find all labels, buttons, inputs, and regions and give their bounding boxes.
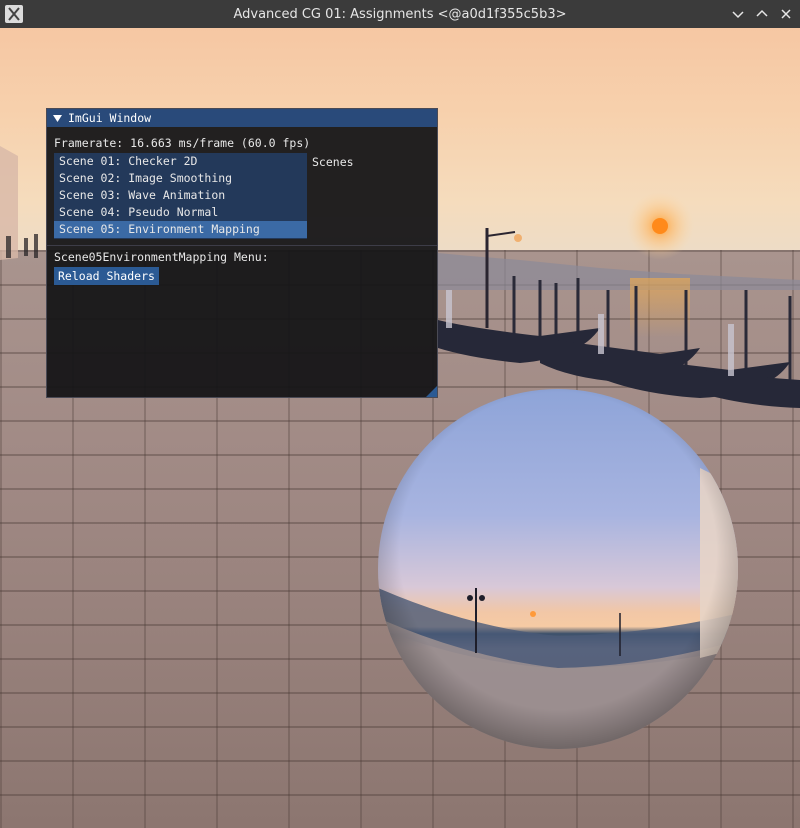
scene-item-05[interactable]: Scene 05: Environment Mapping	[54, 221, 307, 238]
scenes-listbox[interactable]: Scene 01: Checker 2D Scene 02: Image Smo…	[54, 153, 307, 239]
minimize-icon	[732, 11, 744, 19]
resize-grip-icon[interactable]	[426, 386, 437, 397]
imgui-titlebar[interactable]: ImGui Window	[47, 109, 437, 127]
framerate-text: Framerate: 16.663 ms/frame (60.0 fps)	[54, 136, 311, 150]
scene-item-03[interactable]: Scene 03: Wave Animation	[54, 187, 307, 204]
imgui-window[interactable]: ImGui Window Framerate: 16.663 ms/frame …	[46, 108, 438, 398]
maximize-button[interactable]	[752, 4, 772, 24]
x-app-icon	[5, 5, 23, 23]
reload-shaders-button[interactable]: Reload Shaders	[54, 267, 159, 285]
scene-menu-label: Scene05EnvironmentMapping Menu:	[54, 250, 269, 264]
window-titlebar[interactable]: Advanced CG 01: Assignments <@a0d1f355c5…	[0, 0, 800, 28]
scene-item-01[interactable]: Scene 01: Checker 2D	[54, 153, 307, 170]
collapse-triangle-icon[interactable]	[53, 114, 62, 123]
minimize-button[interactable]	[728, 4, 748, 24]
close-button[interactable]	[776, 4, 796, 24]
maximize-icon	[756, 9, 768, 17]
scenes-label: Scenes	[312, 155, 354, 169]
separator	[47, 245, 437, 246]
scene-item-04[interactable]: Scene 04: Pseudo Normal	[54, 204, 307, 221]
close-icon	[781, 9, 791, 19]
window-title: Advanced CG 01: Assignments <@a0d1f355c5…	[233, 6, 567, 22]
reflective-sphere	[378, 389, 738, 749]
scene-item-02[interactable]: Scene 02: Image Smoothing	[54, 170, 307, 187]
imgui-title-text: ImGui Window	[68, 111, 152, 125]
